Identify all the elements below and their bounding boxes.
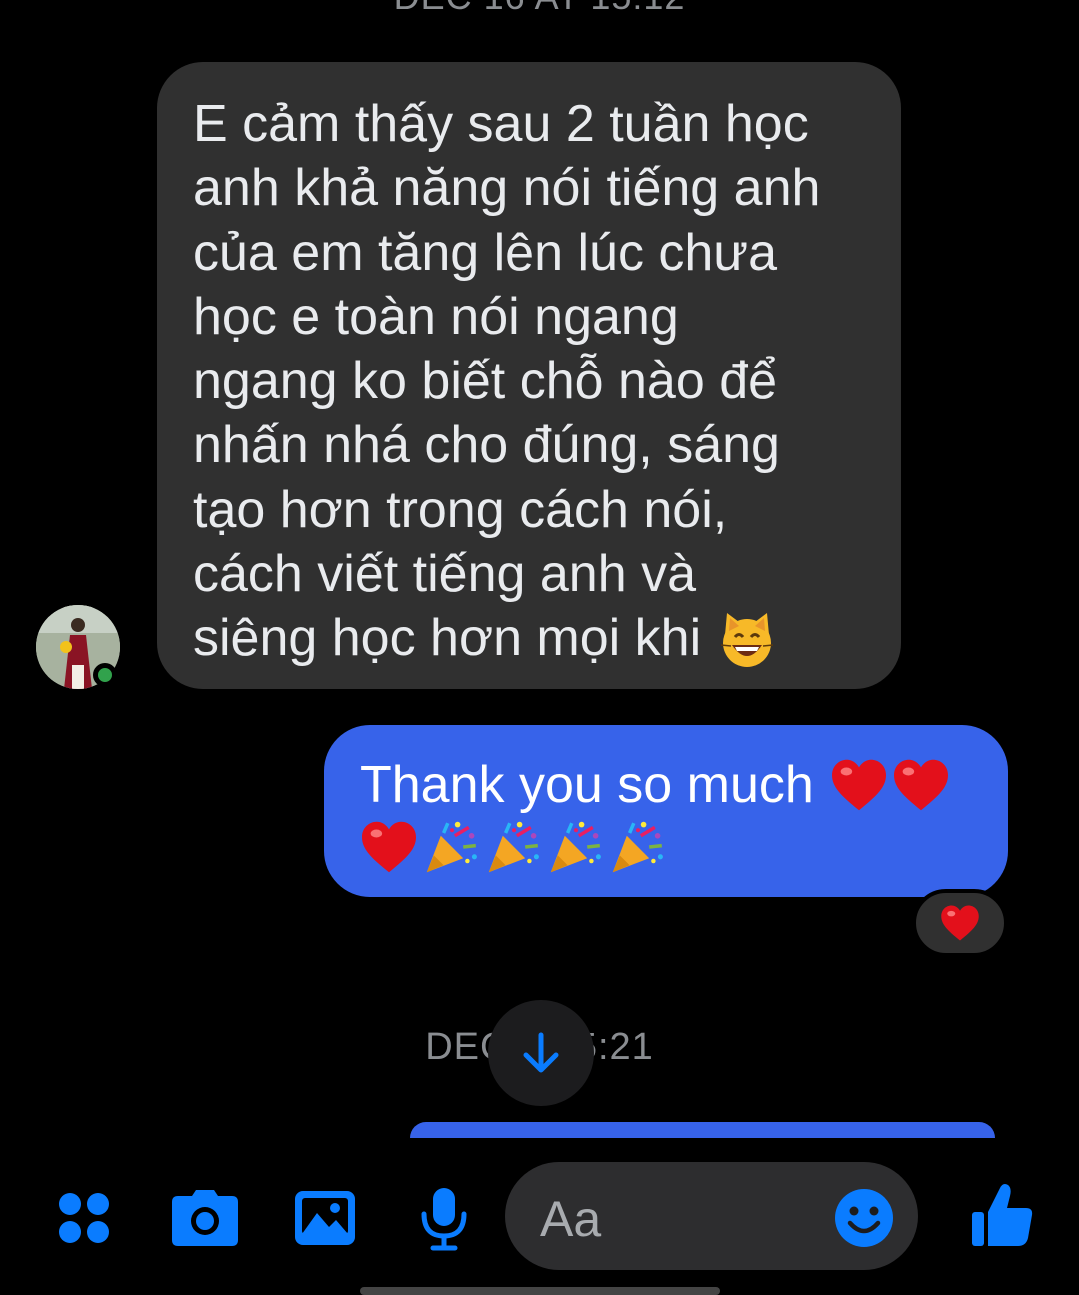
- heart-emoji: [892, 758, 950, 812]
- message-input-placeholder: Aa: [540, 1191, 602, 1247]
- message-line: học e toàn nói ngang: [193, 287, 679, 346]
- home-indicator: [360, 1287, 720, 1295]
- incoming-message-bubble[interactable]: E cảm thấy sau 2 tuần học anh khả năng n…: [157, 62, 901, 689]
- party-popper-emoji: [424, 819, 480, 875]
- heart-emoji: [830, 758, 888, 812]
- message-line: E cảm thấy sau 2 tuần học: [193, 95, 809, 153]
- emoji-icon[interactable]: [832, 1186, 896, 1250]
- message-line: nhấn nhá cho đúng, sáng: [193, 416, 780, 475]
- message-line: anh khả năng nói tiếng anh: [193, 159, 821, 218]
- microphone-icon[interactable]: [412, 1184, 476, 1254]
- apps-icon[interactable]: [52, 1186, 116, 1250]
- camera-icon[interactable]: [168, 1186, 242, 1250]
- party-popper-emoji: [486, 819, 542, 875]
- heart-reaction[interactable]: [912, 889, 1008, 957]
- message-line: của em tăng lên lúc chưa: [193, 223, 778, 282]
- message-line: tạo hơn trong cách nói,: [193, 480, 728, 539]
- heart-icon: [940, 904, 980, 942]
- scroll-to-bottom-button[interactable]: [488, 1000, 594, 1106]
- message-line: cách viết tiếng anh và: [193, 545, 696, 604]
- next-outgoing-message-bubble[interactable]: [410, 1122, 995, 1138]
- outgoing-message-bubble[interactable]: Thank you so much: [324, 725, 1008, 897]
- online-status-indicator: [93, 663, 117, 687]
- message-line: Thank you so much: [360, 756, 814, 814]
- message-line: ngang ko biết chỗ nào để: [193, 352, 778, 411]
- party-popper-emoji: [548, 819, 604, 875]
- previous-timestamp: DEC 16 AT 15:12: [0, 0, 1079, 18]
- party-popper-emoji: [610, 819, 666, 875]
- message-line: siêng học hơn mọi khi: [193, 609, 702, 668]
- arrow-down-icon: [523, 1032, 559, 1073]
- grinning-cat-emoji: [721, 612, 774, 667]
- like-icon[interactable]: [968, 1180, 1036, 1250]
- gallery-icon[interactable]: [290, 1186, 360, 1250]
- heart-emoji: [360, 820, 418, 874]
